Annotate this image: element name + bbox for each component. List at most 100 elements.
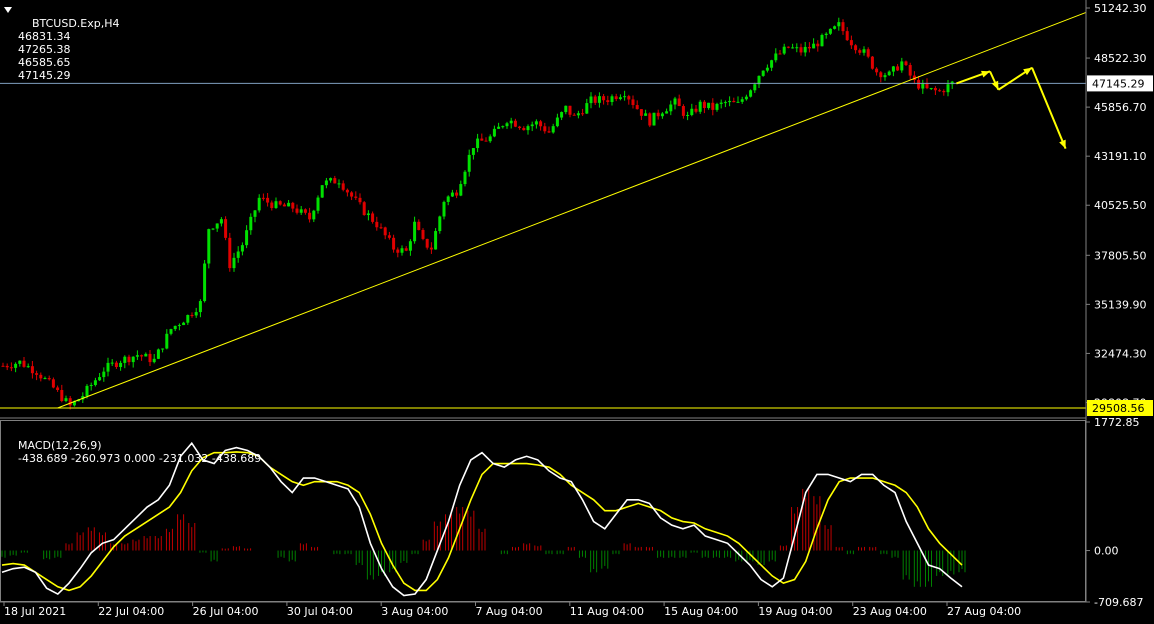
candle-body	[400, 248, 404, 253]
candle-body	[43, 378, 47, 380]
candle-body	[240, 245, 244, 252]
candle-body	[93, 380, 97, 386]
candle-body	[278, 201, 282, 205]
candle-body	[660, 113, 664, 117]
macd-header: MACD(12,26,9) -438.689 -260.973 0.000 -2…	[4, 426, 261, 478]
candle-body	[480, 138, 484, 141]
candle-body	[282, 204, 286, 207]
candle-body	[572, 114, 576, 116]
candle-body	[35, 373, 39, 375]
time-tick-label: 18 Jul 2021	[4, 605, 66, 618]
time-tick-label: 11 Aug 04:00	[570, 605, 644, 618]
candle-body	[702, 101, 706, 109]
candle-body	[539, 121, 543, 127]
price-tick-label: 37805.50	[1094, 249, 1147, 262]
candle-body	[148, 353, 152, 363]
candle-body	[534, 121, 538, 125]
candle-body	[450, 192, 454, 197]
candle-body	[257, 197, 261, 211]
candle-body	[547, 131, 551, 133]
candle-body	[602, 96, 606, 101]
candle-body	[287, 202, 291, 207]
candle-body	[303, 209, 307, 213]
macd-tick-label: -709.687	[1094, 596, 1143, 609]
candle-body	[47, 378, 51, 380]
macd-label: MACD(12,26,9)	[18, 439, 102, 452]
candle-body	[648, 113, 652, 126]
candle-body	[669, 104, 673, 112]
symbol-header: BTCUSD.Exp,H4 46831.34 47265.38 46585.65…	[4, 4, 120, 95]
price-tick-label: 40525.50	[1094, 199, 1147, 212]
candle-body	[719, 102, 723, 104]
candle-body	[665, 111, 669, 114]
candle-body	[236, 251, 240, 258]
candle-body	[249, 216, 253, 231]
candle-body	[110, 362, 114, 364]
candle-body	[631, 99, 635, 106]
price-tick-label: 51242.30	[1094, 2, 1147, 15]
chart-window[interactable]: 51242.30 48522.30 45856.70 43191.10 40525.50…	[0, 0, 1154, 620]
candle-body	[261, 197, 265, 199]
candle-body	[921, 83, 925, 89]
candle-body	[736, 101, 740, 103]
candle-body	[345, 189, 349, 193]
candle-body	[51, 379, 55, 388]
candle-body	[396, 249, 400, 253]
candle-body	[156, 349, 160, 359]
axes: 51242.30 48522.30 45856.70 43191.10 40525.50…	[0, 0, 1153, 618]
candle-body	[938, 90, 942, 92]
candle-body	[203, 263, 207, 302]
candle-body	[291, 202, 295, 209]
candle-body	[182, 322, 186, 326]
candle-body	[102, 371, 106, 378]
candle-body	[26, 366, 30, 368]
candle-body	[614, 96, 618, 100]
candle-body	[681, 106, 685, 116]
candle-body	[459, 184, 463, 196]
candle-body	[455, 192, 459, 196]
candle-body	[891, 66, 895, 72]
candle-body	[207, 229, 211, 264]
candle-body	[64, 398, 68, 401]
candle-body	[68, 398, 72, 406]
candle-body	[723, 102, 727, 104]
candle-body	[870, 56, 874, 69]
candle-body	[522, 128, 526, 131]
candle-body	[530, 124, 534, 127]
candle-body	[770, 60, 774, 68]
candle-body	[114, 362, 118, 367]
candle-body	[791, 47, 795, 49]
candle-body	[728, 100, 732, 103]
candle-body	[765, 67, 769, 71]
candle-body	[186, 314, 190, 323]
candle-body	[177, 325, 181, 327]
candle-body	[266, 197, 270, 203]
chart-canvas[interactable]: 51242.30 48522.30 45856.70 43191.10 40525.50…	[0, 0, 1154, 620]
candle-body	[5, 365, 9, 368]
candle-body	[299, 209, 303, 213]
candle-body	[866, 49, 870, 57]
candle-body	[119, 362, 123, 367]
price-tick-label: 45856.70	[1094, 101, 1147, 114]
candle-body	[786, 46, 790, 48]
candle-body	[749, 90, 753, 97]
candle-body	[312, 210, 316, 220]
candle-body	[379, 227, 383, 229]
candle-body	[476, 138, 480, 149]
high-value: 47265.38	[18, 43, 71, 56]
macd-values: -438.689 -260.973 0.000 -231.032 -438.68…	[18, 452, 262, 465]
candle-body	[686, 114, 690, 116]
candle-body	[715, 103, 719, 110]
candle-body	[169, 329, 173, 334]
candle-body	[677, 98, 681, 107]
candle-body	[698, 101, 702, 112]
candle-body	[837, 22, 841, 27]
price-tick-label: 35139.90	[1094, 298, 1147, 311]
candle-body	[358, 197, 362, 203]
candle-body	[198, 301, 202, 313]
candle-body	[849, 40, 853, 46]
candle-body	[854, 45, 858, 51]
time-tick-label: 27 Aug 04:00	[947, 605, 1021, 618]
candle-body	[497, 126, 501, 129]
candle-body	[644, 113, 648, 116]
